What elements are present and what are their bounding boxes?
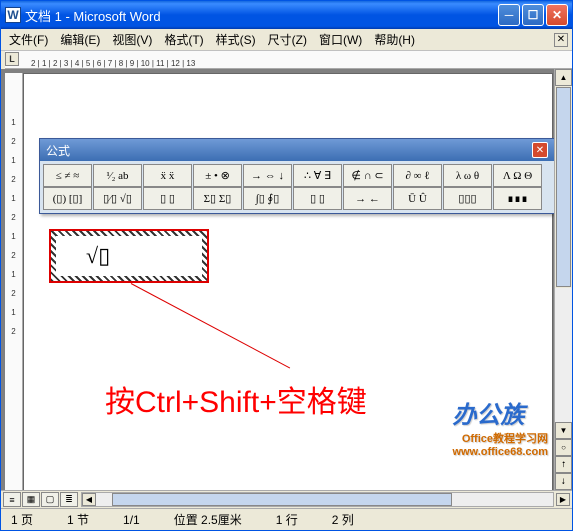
ruler-tick: 1 (11, 194, 15, 203)
menubar: 文件(F) 编辑(E) 视图(V) 格式(T) 样式(S) 尺寸(Z) 窗口(W… (1, 29, 572, 51)
menu-style[interactable]: 样式(S) (210, 29, 262, 50)
equation-row-2: (▯) [▯] ▯⁄▯ √▯ ▯ ▯ Σ▯ Σ▯ ∫▯ ∮▯ ▯ ▯ → ← Ū… (43, 187, 551, 210)
eq-spaces[interactable]: ¹⁄₂ ab (93, 164, 142, 187)
menu-window[interactable]: 窗口(W) (313, 29, 368, 50)
ruler-tick: 2 (11, 137, 15, 146)
ruler-tick: 2 (11, 251, 15, 260)
menu-view[interactable]: 视图(V) (106, 29, 158, 50)
view-bar: ≡ ▦ ▢ ≣ ◀ ▶ (1, 490, 572, 508)
ruler-tick: 1 (11, 232, 15, 241)
equation-row-1: ≤ ≠ ≈ ¹⁄₂ ab ẍ ẍ ± • ⊗ → ⇔ ↓ ∴ ∀ ∃ ∉ ∩ ⊂… (43, 164, 551, 187)
menu-close-icon[interactable]: ✕ (554, 33, 568, 47)
ruler-tick: 2 (11, 175, 15, 184)
equation-content[interactable]: √▯ (56, 236, 202, 276)
eq-labeled-arrow[interactable]: → ← (343, 187, 392, 210)
view-outline-icon[interactable]: ≣ (60, 492, 78, 507)
scroll-left-icon[interactable]: ◀ (82, 493, 96, 506)
eq-underbar[interactable]: ▯ ▯ (293, 187, 342, 210)
watermark-url1: Office教程学习网 (452, 430, 548, 446)
prev-page-icon[interactable]: ⭡ (555, 456, 572, 473)
eq-embellish[interactable]: ẍ ẍ (143, 164, 192, 187)
eq-greek-upper[interactable]: Λ Ω Θ (493, 164, 542, 187)
equation-toolbar[interactable]: 公式 ✕ ≤ ≠ ≈ ¹⁄₂ ab ẍ ẍ ± • ⊗ → ⇔ ↓ ∴ ∀ ∃ … (39, 138, 555, 214)
status-section: 1 节 (67, 511, 89, 528)
content-area: 1 2 1 2 1 2 1 2 1 2 1 2 公式 ✕ ≤ ≠ ≈ ¹⁄₂ a… (1, 69, 572, 490)
ruler-tick: 2 (11, 327, 15, 336)
eq-subscript[interactable]: ▯ ▯ (143, 187, 192, 210)
eq-greek-lower[interactable]: λ ω θ (443, 164, 492, 187)
equation-toolbar-close[interactable]: ✕ (532, 142, 548, 158)
ruler-tick: 2 (11, 289, 15, 298)
equation-toolbar-label: 公式 (46, 142, 70, 159)
eq-arrows[interactable]: → ⇔ ↓ (243, 164, 292, 187)
menu-file[interactable]: 文件(F) (3, 29, 54, 50)
statusbar: 1 页 1 节 1/1 位置 2.5厘米 1 行 2 列 (1, 508, 572, 530)
scroll-thumb[interactable] (556, 87, 571, 287)
vertical-scrollbar[interactable]: ▲ ▼ ○ ⭡ ⭣ (554, 69, 572, 490)
scroll-track[interactable] (555, 288, 572, 422)
status-page-count: 1/1 (123, 513, 140, 527)
status-column: 2 列 (332, 511, 354, 528)
next-page-icon[interactable]: ⭣ (555, 473, 572, 490)
menu-edit[interactable]: 编辑(E) (54, 29, 106, 50)
browse-object-icon[interactable]: ○ (555, 439, 572, 456)
hscroll-thumb[interactable] (112, 493, 452, 506)
close-button[interactable]: ✕ (546, 4, 568, 26)
status-page: 1 页 (11, 511, 33, 528)
ruler-horizontal[interactable]: L 2 | 1 | 2 | 3 | 4 | 5 | 6 | 7 | 8 | 9 … (5, 51, 572, 69)
equation-editor-box[interactable]: √▯ (49, 229, 209, 283)
ruler-tick: 1 (11, 308, 15, 317)
eq-fraction-radical[interactable]: ▯⁄▯ √▯ (93, 187, 142, 210)
app-icon: W (5, 7, 21, 23)
eq-relational[interactable]: ≤ ≠ ≈ (43, 164, 92, 187)
minimize-button[interactable]: ─ (498, 4, 520, 26)
ruler-tick: 1 (11, 270, 15, 279)
view-web-icon[interactable]: ▦ (22, 492, 40, 507)
view-normal-icon[interactable]: ≡ (3, 492, 21, 507)
menu-size[interactable]: 尺寸(Z) (262, 29, 313, 50)
eq-matrix-filled[interactable]: ∎∎∎ (493, 187, 542, 210)
status-line: 1 行 (276, 511, 298, 528)
eq-logical[interactable]: ∴ ∀ ∃ (293, 164, 342, 187)
scroll-right-icon[interactable]: ▶ (556, 493, 570, 506)
eq-set[interactable]: ∉ ∩ ⊂ (343, 164, 392, 187)
watermark-url2: www.office68.com (452, 446, 548, 458)
ruler-tick: 1 (11, 118, 15, 127)
watermark: 办公族 Office教程学习网 www.office68.com (452, 395, 548, 458)
watermark-brand: 办公族 (452, 402, 524, 429)
annotation-text: 按Ctrl+Shift+空格键 (105, 377, 367, 421)
titlebar: W 文档 1 - Microsoft Word ─ ☐ ✕ (1, 1, 572, 29)
view-print-icon[interactable]: ▢ (41, 492, 59, 507)
ruler-vertical[interactable]: 1 2 1 2 1 2 1 2 1 2 1 2 (5, 73, 23, 490)
ruler-ticks: 2 | 1 | 2 | 3 | 4 | 5 | 6 | 7 | 8 | 9 | … (31, 59, 195, 68)
menu-help[interactable]: 帮助(H) (368, 29, 421, 50)
maximize-button[interactable]: ☐ (522, 4, 544, 26)
horizontal-scrollbar[interactable]: ◀ (81, 492, 554, 507)
eq-summation[interactable]: Σ▯ Σ▯ (193, 187, 242, 210)
menu-format[interactable]: 格式(T) (158, 29, 209, 50)
eq-matrix[interactable]: ▯▯▯ (443, 187, 492, 210)
status-position: 位置 2.5厘米 (174, 511, 242, 528)
scroll-down-icon[interactable]: ▼ (555, 422, 572, 439)
eq-misc[interactable]: ∂ ∞ ℓ (393, 164, 442, 187)
eq-operators[interactable]: ± • ⊗ (193, 164, 242, 187)
ruler-tick: 1 (11, 156, 15, 165)
eq-integral[interactable]: ∫▯ ∮▯ (243, 187, 292, 210)
ruler-tick: 2 (11, 213, 15, 222)
scroll-up-icon[interactable]: ▲ (555, 69, 572, 86)
eq-fence[interactable]: (▯) [▯] (43, 187, 92, 210)
eq-products[interactable]: Ū Û (393, 187, 442, 210)
tab-marker[interactable]: L (5, 52, 19, 66)
equation-toolbar-title[interactable]: 公式 ✕ (40, 139, 554, 161)
app-title: 文档 1 - Microsoft Word (25, 6, 498, 25)
